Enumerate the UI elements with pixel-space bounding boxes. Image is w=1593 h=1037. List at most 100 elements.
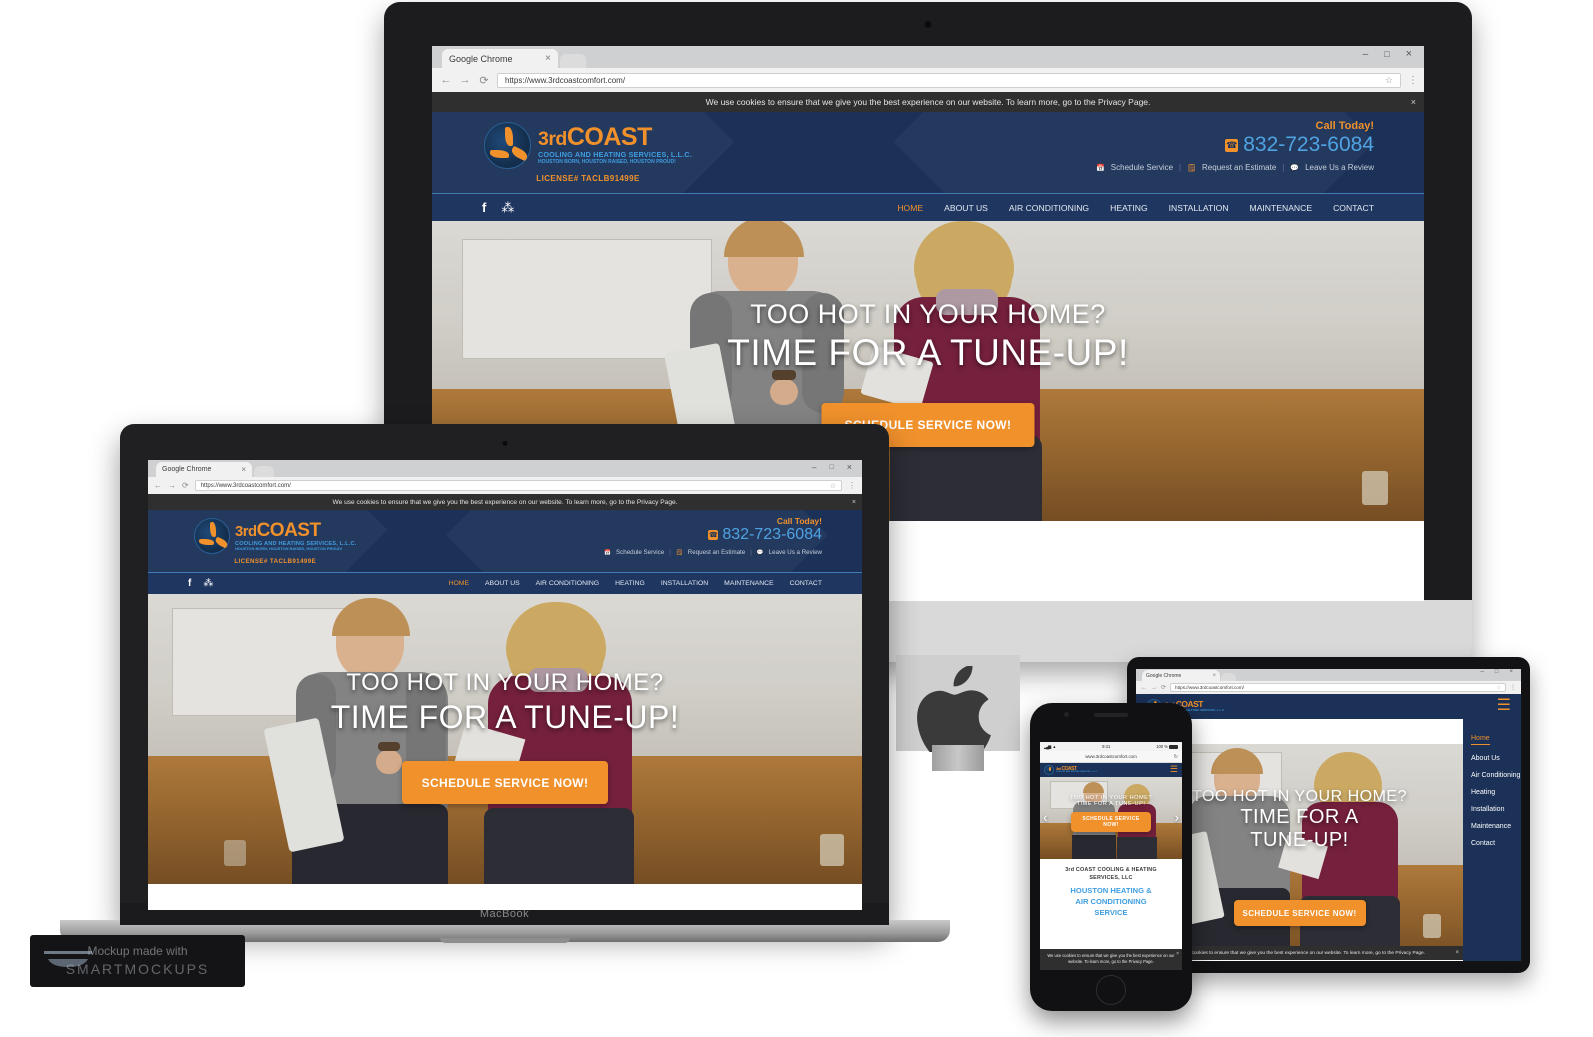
phone-number-link[interactable]: ☎ 832-723-6084 [944, 133, 1374, 157]
minimize-button[interactable]: – [812, 463, 816, 472]
facebook-icon[interactable]: f [482, 200, 486, 215]
browser-menu-icon[interactable]: ⋮ [1408, 75, 1418, 86]
site-logo[interactable]: 3rdCOAST COOLING AND HEATING SERVICES, L… [484, 122, 692, 183]
desktop-browser-chrome: Google Chrome × – □ × ← → ⟳ https://www.… [432, 46, 1424, 92]
mobile-site-header: 3rd COAST COOLING AND HEATING SERVICES, … [1040, 763, 1182, 777]
utility-link-leave-review[interactable]: Leave Us a Review [1305, 163, 1374, 172]
reload-icon[interactable]: ↻ [1174, 754, 1178, 760]
signal-icon: ▂▄▆ [1044, 744, 1051, 749]
utility-link-request-estimate[interactable]: Request an Estimate [1202, 163, 1276, 172]
menu-item-installation[interactable]: INSTALLATION [1169, 203, 1229, 213]
menu-item-air-conditioning[interactable]: AIR CONDITIONING [1009, 203, 1089, 213]
back-icon[interactable]: ← [154, 481, 162, 490]
browser-tab[interactable]: Google Chrome × [1142, 670, 1220, 681]
calendar-icon: 📅 [1096, 164, 1105, 172]
yelp-icon[interactable]: ⁂ [501, 200, 514, 216]
menu-item-installation[interactable]: INSTALLATION [661, 580, 708, 587]
back-icon[interactable]: ← [1141, 685, 1147, 691]
review-icon: 💬 [756, 549, 764, 556]
maximize-button[interactable]: □ [1384, 49, 1389, 59]
hero-cta-button[interactable]: SCHEDULE SERVICE NOW! [402, 761, 608, 804]
reload-icon[interactable]: ⟳ [1161, 684, 1166, 691]
back-icon[interactable]: ← [440, 74, 452, 86]
close-window-button[interactable]: × [1406, 48, 1412, 60]
close-window-button[interactable]: × [847, 462, 852, 472]
cookie-close-icon[interactable]: × [1411, 97, 1416, 107]
menu-item-home[interactable]: HOME [897, 203, 923, 213]
menu-item-contact[interactable]: Contact [1471, 840, 1521, 847]
safari-address-bar[interactable]: www.3rdcoastcomfort.com ↻ [1040, 751, 1182, 763]
bookmark-star-icon[interactable]: ☆ [1385, 75, 1393, 86]
close-icon[interactable]: × [545, 53, 551, 64]
bookmark-star-icon[interactable]: ☆ [1497, 685, 1501, 691]
minimize-button[interactable]: – [1363, 49, 1369, 60]
facebook-icon[interactable]: f [188, 578, 191, 589]
close-icon[interactable]: × [241, 465, 246, 474]
address-bar[interactable]: https://www.3rdcoastcomfort.com/ ☆ [1170, 683, 1506, 692]
new-tab-button[interactable] [1221, 673, 1236, 681]
menu-item-home[interactable]: Home [1471, 735, 1490, 745]
menu-item-air-conditioning[interactable]: AIR CONDITIONING [536, 580, 599, 587]
reload-icon[interactable]: ⟳ [478, 74, 490, 87]
menu-item-maintenance[interactable]: MAINTENANCE [724, 580, 773, 587]
new-tab-button[interactable] [254, 466, 274, 477]
new-tab-button[interactable] [560, 54, 586, 68]
menu-item-installation[interactable]: Installation [1471, 806, 1521, 813]
menu-item-contact[interactable]: CONTACT [790, 580, 822, 587]
status-time: 9:41 [1102, 744, 1111, 749]
iphone-home-button[interactable] [1096, 975, 1126, 1005]
menu-item-heating[interactable]: HEATING [615, 580, 645, 587]
hero-headline-line2: TIME FOR A TUNE-UP! [1076, 801, 1146, 807]
utility-link-schedule-service[interactable]: Schedule Service [1111, 163, 1173, 172]
menu-item-about-us[interactable]: ABOUT US [944, 203, 988, 213]
address-bar[interactable]: https://www.3rdcoastcomfort.com/ ☆ [497, 72, 1401, 88]
menu-item-maintenance[interactable]: MAINTENANCE [1250, 203, 1313, 213]
minimize-button[interactable]: – [1481, 669, 1484, 675]
menu-item-air-conditioning[interactable]: Air Conditioning [1471, 772, 1521, 779]
maximize-button[interactable]: □ [1495, 669, 1499, 675]
hamburger-menu-icon[interactable]: ☰ [1170, 765, 1178, 774]
hamburger-menu-icon[interactable]: ☰ [1497, 698, 1511, 714]
reload-icon[interactable]: ⟳ [182, 481, 189, 490]
menu-item-about-us[interactable]: About Us [1471, 755, 1521, 762]
logo-license: LICENSE# TACLB91499E [536, 174, 640, 183]
browser-menu-icon[interactable]: ⋮ [1510, 684, 1516, 691]
carousel-next-arrow[interactable]: › [1174, 810, 1179, 824]
cookie-close-icon[interactable]: × [1176, 950, 1179, 958]
utility-link-schedule-service[interactable]: Schedule Service [616, 549, 664, 556]
carousel-prev-arrow[interactable]: ‹ [1043, 810, 1048, 824]
menu-item-heating[interactable]: HEATING [1110, 203, 1148, 213]
yelp-icon[interactable]: ⁂ [203, 578, 213, 589]
calendar-icon: 📅 [604, 549, 612, 556]
browser-menu-icon[interactable]: ⋮ [848, 481, 856, 490]
menu-item-contact[interactable]: CONTACT [1333, 203, 1374, 213]
logo-brand-prefix: 3rd [235, 523, 257, 540]
phone-number-link[interactable]: ☎ 832-723-6084 [492, 526, 822, 544]
address-bar[interactable]: https://www.3rdcoastcomfort.com/ ☆ [194, 480, 842, 491]
hero-cta-button[interactable]: SCHEDULE SERVICE NOW! [1071, 812, 1151, 832]
phone-icon: ☎ [708, 530, 719, 540]
forward-icon[interactable]: → [1151, 685, 1157, 691]
logo-tagline: HOUSTON BORN, HOUSTON RAISED, HOUSTON PR… [235, 545, 343, 551]
site-logo[interactable]: 3rdCOAST COOLING AND HEATING SERVICES, L… [194, 518, 356, 565]
browser-tab[interactable]: Google Chrome × [156, 462, 252, 477]
forward-icon[interactable]: → [168, 481, 176, 490]
menu-item-about-us[interactable]: ABOUT US [485, 580, 520, 587]
utility-link-request-estimate[interactable]: Request an Estimate [688, 549, 745, 556]
menu-item-maintenance[interactable]: Maintenance [1471, 823, 1521, 830]
menu-item-home[interactable]: HOME [449, 580, 469, 587]
mobile-intro-block: 3rd COAST COOLING & HEATING SERVICES, LL… [1040, 859, 1182, 919]
maximize-button[interactable]: □ [830, 464, 834, 471]
tablet-site-header: 3rd COAST COOLING AND HEATING SERVICES, … [1136, 694, 1521, 719]
bookmark-star-icon[interactable]: ☆ [830, 482, 836, 490]
site-logo[interactable]: 3rd COAST COOLING AND HEATING SERVICES, … [1044, 765, 1098, 775]
browser-tab[interactable]: Google Chrome × [442, 49, 558, 68]
cookie-close-icon[interactable]: × [852, 499, 856, 506]
close-icon[interactable]: × [1212, 673, 1216, 679]
forward-icon[interactable]: → [459, 74, 471, 86]
hero-cta-button[interactable]: SCHEDULE SERVICE NOW! [1233, 900, 1366, 926]
cookie-close-icon[interactable]: × [1455, 950, 1459, 956]
close-window-button[interactable]: × [1509, 669, 1513, 675]
menu-item-heating[interactable]: Heating [1471, 789, 1521, 796]
utility-link-leave-review[interactable]: Leave Us a Review [769, 549, 822, 556]
